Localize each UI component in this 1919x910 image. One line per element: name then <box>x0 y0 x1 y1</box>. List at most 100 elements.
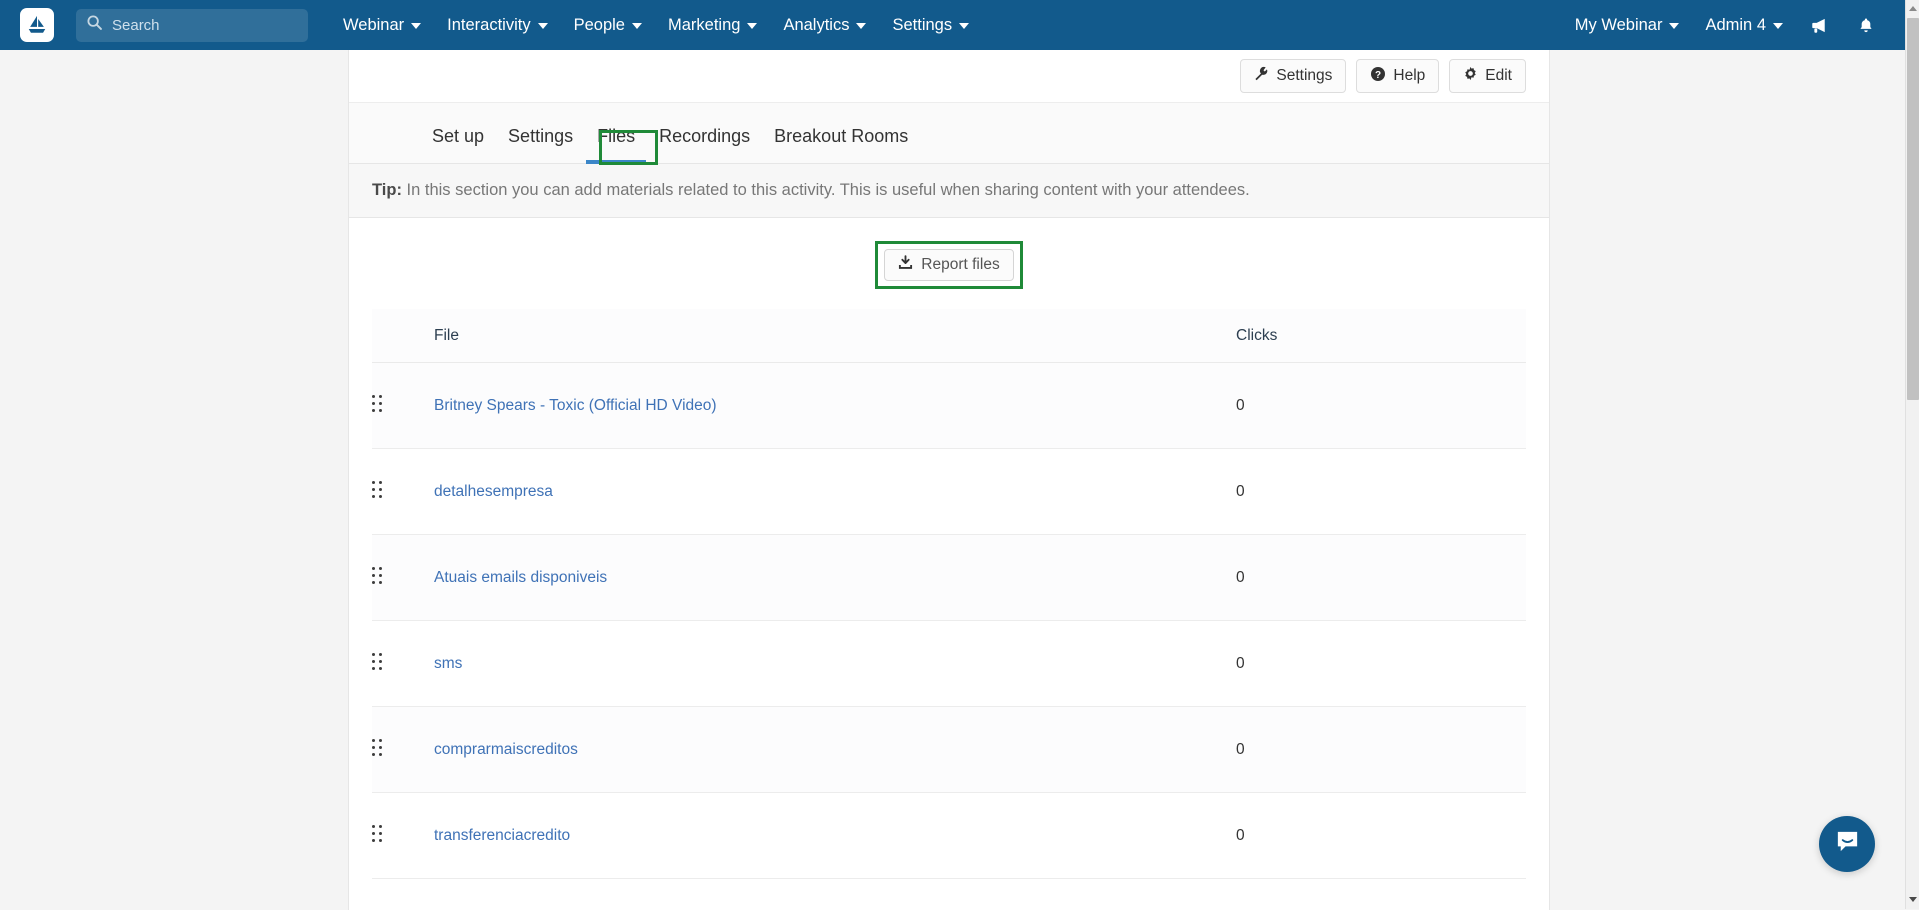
tab-recordings[interactable]: Recordings <box>647 126 762 163</box>
tab-label: Settings <box>508 126 573 146</box>
row-file-cell: Britney Spears - Toxic (Official HD Vide… <box>434 363 1236 449</box>
section-tabs: Set up Settings Files Recordings Breakou… <box>349 102 1549 164</box>
report-files-area: Report files <box>349 218 1549 309</box>
drag-handle-icon[interactable] <box>372 567 386 583</box>
file-link[interactable]: Britney Spears - Toxic (Official HD Vide… <box>434 397 717 414</box>
row-clicks-cell: 0 <box>1236 793 1526 879</box>
search-input[interactable] <box>112 17 298 34</box>
clicks-value: 0 <box>1236 741 1245 758</box>
search-input-container[interactable] <box>76 9 308 42</box>
row-drag-cell[interactable] <box>372 793 434 879</box>
table-row: detalhesempresa 0 <box>372 449 1526 535</box>
file-link[interactable]: detalhesempresa <box>434 483 553 500</box>
report-files-highlight: Report files <box>875 241 1022 289</box>
intercom-chat-launcher[interactable] <box>1819 816 1875 872</box>
file-link[interactable]: sms <box>434 655 462 672</box>
row-drag-cell[interactable] <box>372 535 434 621</box>
webinar-selector-label: My Webinar <box>1575 16 1663 35</box>
drag-handle-icon[interactable] <box>372 653 386 669</box>
nav-item-label: Webinar <box>343 16 404 35</box>
top-navigation-bar: Webinar Interactivity People Marketing A… <box>0 0 1905 50</box>
row-drag-cell[interactable] <box>372 449 434 535</box>
col-header-grip <box>372 309 434 363</box>
bell-icon[interactable] <box>1843 0 1889 50</box>
files-table-header-row: File Clicks <box>372 309 1526 363</box>
row-drag-cell[interactable] <box>372 707 434 793</box>
scroll-up-arrow-icon[interactable] <box>1906 0 1919 16</box>
row-clicks-cell: 0 <box>1236 707 1526 793</box>
row-clicks-cell: 0 <box>1236 535 1526 621</box>
settings-button[interactable]: Settings <box>1240 59 1346 93</box>
gear-icon <box>1463 66 1485 86</box>
wrench-icon <box>1254 66 1276 86</box>
nav-item-label: Analytics <box>783 16 849 35</box>
sailboat-logo-icon[interactable] <box>20 8 54 42</box>
row-file-cell: sms <box>434 621 1236 707</box>
navbar-right-section: My Webinar Admin 4 <box>1562 0 1905 50</box>
file-link[interactable]: transferenciacredito <box>434 827 570 844</box>
clicks-value: 0 <box>1236 483 1245 500</box>
download-icon <box>898 255 921 275</box>
tip-label: Tip: <box>372 181 402 199</box>
drag-handle-icon[interactable] <box>372 395 386 411</box>
row-clicks-cell: 0 <box>1236 621 1526 707</box>
chevron-down-icon <box>411 23 421 29</box>
files-table-body: Britney Spears - Toxic (Official HD Vide… <box>372 363 1526 879</box>
file-link[interactable]: Atuais emails disponiveis <box>434 569 607 586</box>
chevron-down-icon <box>1773 23 1783 29</box>
clicks-value: 0 <box>1236 655 1245 672</box>
row-file-cell: Atuais emails disponiveis <box>434 535 1236 621</box>
drag-handle-icon[interactable] <box>372 825 386 841</box>
help-button[interactable]: ? Help <box>1356 59 1439 93</box>
tab-files[interactable]: Files <box>585 126 647 163</box>
chevron-down-icon <box>856 23 866 29</box>
settings-button-label: Settings <box>1276 67 1332 85</box>
file-link[interactable]: comprarmaiscreditos <box>434 741 578 758</box>
chevron-down-icon <box>1669 23 1679 29</box>
tip-banner: Tip: In this section you can add materia… <box>349 164 1549 218</box>
megaphone-icon[interactable] <box>1796 0 1843 50</box>
account-menu-label: Admin 4 <box>1705 16 1766 35</box>
page-scrollbar[interactable] <box>1905 0 1919 909</box>
webinar-detail-card: Settings ? Help Edit Set up <box>348 50 1550 910</box>
search-icon <box>86 14 103 36</box>
row-drag-cell[interactable] <box>372 363 434 449</box>
tab-set-up[interactable]: Set up <box>420 126 496 163</box>
nav-item-marketing[interactable]: Marketing <box>655 0 770 50</box>
drag-handle-icon[interactable] <box>372 481 386 497</box>
tab-settings[interactable]: Settings <box>496 126 585 163</box>
row-clicks-cell: 0 <box>1236 363 1526 449</box>
nav-item-label: People <box>574 16 625 35</box>
account-menu[interactable]: Admin 4 <box>1692 0 1796 50</box>
table-row: Atuais emails disponiveis 0 <box>372 535 1526 621</box>
scrollbar-thumb[interactable] <box>1907 18 1919 400</box>
chat-bubble-icon <box>1834 828 1861 860</box>
row-drag-cell[interactable] <box>372 621 434 707</box>
tab-breakout-rooms[interactable]: Breakout Rooms <box>762 126 920 163</box>
scroll-down-arrow-icon[interactable] <box>1906 891 1919 907</box>
report-files-button-label: Report files <box>921 256 999 274</box>
drag-handle-icon[interactable] <box>372 739 386 755</box>
nav-item-analytics[interactable]: Analytics <box>770 0 879 50</box>
row-file-cell: comprarmaiscreditos <box>434 707 1236 793</box>
tab-label: Recordings <box>659 126 750 146</box>
clicks-value: 0 <box>1236 397 1245 414</box>
row-clicks-cell: 0 <box>1236 449 1526 535</box>
nav-item-settings[interactable]: Settings <box>879 0 982 50</box>
edit-button-label: Edit <box>1485 67 1512 85</box>
edit-button[interactable]: Edit <box>1449 59 1526 93</box>
clicks-value: 0 <box>1236 569 1245 586</box>
nav-item-webinar[interactable]: Webinar <box>330 0 434 50</box>
chevron-down-icon <box>632 23 642 29</box>
report-files-button[interactable]: Report files <box>884 249 1013 281</box>
table-row: Britney Spears - Toxic (Official HD Vide… <box>372 363 1526 449</box>
nav-item-people[interactable]: People <box>561 0 655 50</box>
question-circle-icon: ? <box>1370 66 1393 87</box>
chevron-down-icon <box>538 23 548 29</box>
primary-nav-items: Webinar Interactivity People Marketing A… <box>330 0 982 50</box>
webinar-selector[interactable]: My Webinar <box>1562 0 1693 50</box>
files-table-head: File Clicks <box>372 309 1526 363</box>
tab-label: Files <box>597 126 635 146</box>
col-header-clicks: Clicks <box>1236 309 1526 363</box>
nav-item-interactivity[interactable]: Interactivity <box>434 0 560 50</box>
